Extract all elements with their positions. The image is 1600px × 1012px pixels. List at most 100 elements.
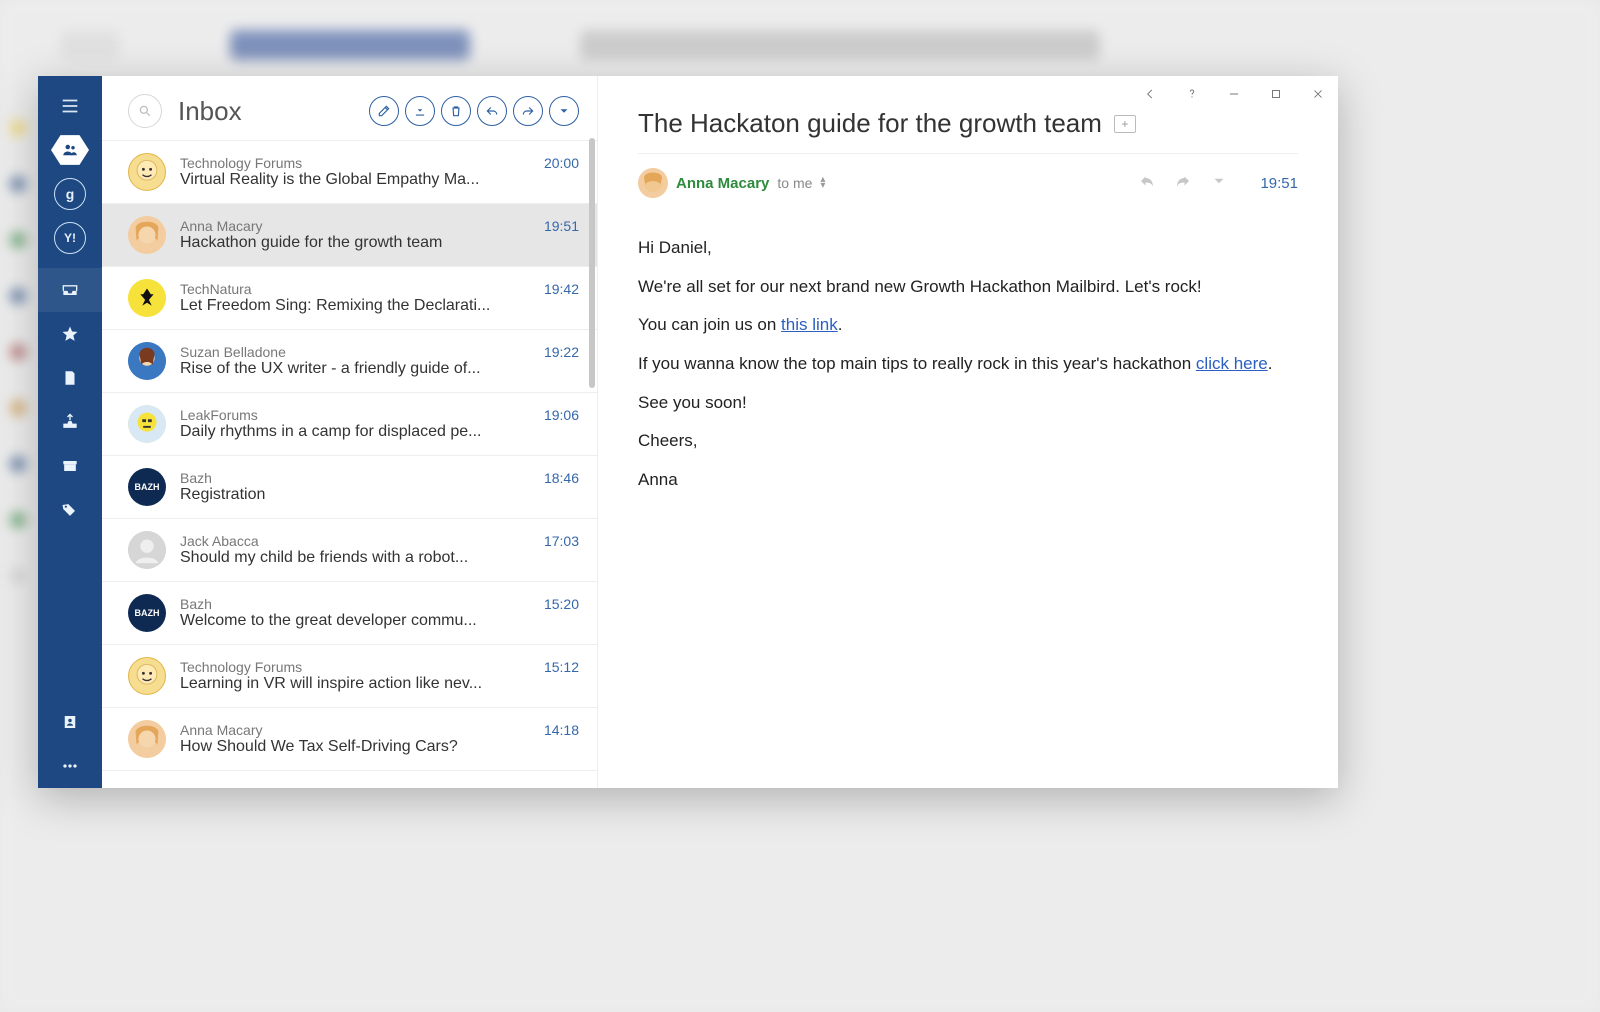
address-book[interactable] — [38, 700, 102, 744]
mail-sender: Jack Abacca — [180, 533, 530, 549]
mail-sender: Bazh — [180, 596, 530, 612]
mail-item[interactable]: LeakForumsDaily rhythms in a camp for di… — [102, 393, 597, 456]
close-button[interactable] — [1308, 84, 1328, 104]
star-icon — [60, 324, 80, 344]
folder-inbox[interactable] — [38, 268, 102, 312]
more-actions-button[interactable] — [549, 96, 579, 126]
chevron-down-icon — [1210, 172, 1228, 190]
outbox-icon — [60, 412, 80, 432]
minimize-icon — [1227, 87, 1241, 101]
body-line: If you wanna know the top main tips to r… — [638, 352, 1298, 377]
mail-subject: Welcome to the great developer commu... — [180, 612, 530, 630]
mail-sender: TechNatura — [180, 281, 530, 297]
reply-button[interactable] — [477, 96, 507, 126]
add-tag-button[interactable]: + — [1114, 115, 1136, 133]
folder-notes[interactable] — [38, 356, 102, 400]
tips-link[interactable]: click here — [1196, 354, 1268, 373]
mail-item[interactable]: Suzan BelladoneRise of the UX writer - a… — [102, 330, 597, 393]
window-controls — [1140, 84, 1328, 104]
minimize-button[interactable] — [1224, 84, 1244, 104]
search-button[interactable] — [128, 94, 162, 128]
msg-reply-button[interactable] — [1138, 172, 1156, 195]
forward-button[interactable] — [513, 96, 543, 126]
avatar — [128, 657, 166, 695]
google-icon: g — [54, 178, 86, 210]
forward-icon — [521, 104, 535, 118]
avatar: BAZH — [128, 468, 166, 506]
download-icon — [413, 104, 427, 118]
hamburger-menu[interactable] — [38, 84, 102, 128]
search-icon — [138, 104, 152, 118]
compose-button[interactable] — [369, 96, 399, 126]
content-pane: The Hackaton guide for the growth team +… — [598, 76, 1338, 788]
account-contacts[interactable] — [38, 128, 102, 172]
app-window: g Y! — [38, 76, 1338, 788]
dots-icon — [60, 756, 80, 776]
inbox-icon — [60, 280, 80, 300]
mail-item[interactable]: Technology ForumsVirtual Reality is the … — [102, 140, 597, 204]
mail-item[interactable]: Technology ForumsLearning in VR will ins… — [102, 645, 597, 708]
folder-starred[interactable] — [38, 312, 102, 356]
body-line: We're all set for our next brand new Gro… — [638, 275, 1298, 300]
body-line: See you soon! — [638, 391, 1298, 416]
account-google[interactable]: g — [38, 172, 102, 216]
mail-subject: Virtual Reality is the Global Empathy Ma… — [180, 171, 530, 189]
folder-archive[interactable] — [38, 444, 102, 488]
close-icon — [1311, 87, 1325, 101]
compose-icon — [377, 104, 391, 118]
mail-subject: Learning in VR will inspire action like … — [180, 675, 530, 693]
mail-list-pane: Inbox Technology ForumsVirtual Reality i… — [102, 76, 598, 788]
mail-sender: Bazh — [180, 470, 530, 486]
join-link[interactable]: this link — [781, 315, 838, 334]
chevron-left-icon — [1143, 87, 1157, 101]
avatar — [128, 405, 166, 443]
addressbook-icon — [61, 713, 79, 731]
help-button[interactable] — [1182, 84, 1202, 104]
msg-more-button[interactable] — [1210, 172, 1228, 195]
message-body: Hi Daniel, We're all set for our next br… — [598, 212, 1338, 516]
mail-item[interactable]: BAZHBazhWelcome to the great developer c… — [102, 582, 597, 645]
body-line: Cheers, — [638, 429, 1298, 454]
body-line: Hi Daniel, — [638, 236, 1298, 261]
mail-subject: Registration — [180, 486, 530, 504]
folder-sent[interactable] — [38, 400, 102, 444]
back-button[interactable] — [1140, 84, 1160, 104]
chevron-down-icon — [557, 104, 571, 118]
mail-time: 20:00 — [544, 155, 579, 171]
sender-avatar — [638, 168, 668, 198]
avatar — [128, 531, 166, 569]
forward-icon — [1174, 172, 1192, 190]
expand-recipients[interactable]: ▴▾ — [820, 177, 825, 189]
mail-subject: Daily rhythms in a camp for displaced pe… — [180, 423, 530, 441]
reply-icon — [485, 104, 499, 118]
account-yahoo[interactable]: Y! — [38, 216, 102, 260]
scrollbar[interactable] — [589, 138, 595, 388]
mail-time: 15:20 — [544, 596, 579, 612]
mail-list[interactable]: Technology ForumsVirtual Reality is the … — [102, 140, 597, 788]
mail-item[interactable]: Anna MacaryHow Should We Tax Self-Drivin… — [102, 708, 597, 771]
mail-subject: How Should We Tax Self-Driving Cars? — [180, 738, 530, 756]
mail-item[interactable]: Anna MacaryHackathon guide for the growt… — [102, 204, 597, 267]
folder-tags[interactable] — [38, 488, 102, 532]
mail-time: 17:03 — [544, 533, 579, 549]
download-button[interactable] — [405, 96, 435, 126]
sidebar: g Y! — [38, 76, 102, 788]
more-menu[interactable] — [38, 744, 102, 788]
reply-icon — [1138, 172, 1156, 190]
note-icon — [61, 369, 79, 387]
avatar — [128, 279, 166, 317]
mail-item[interactable]: Jack AbaccaShould my child be friends wi… — [102, 519, 597, 582]
maximize-icon — [1269, 87, 1283, 101]
delete-button[interactable] — [441, 96, 471, 126]
mail-item[interactable]: BAZH BazhRegistration 18:46 — [102, 456, 597, 519]
list-header: Inbox — [102, 76, 597, 140]
maximize-button[interactable] — [1266, 84, 1286, 104]
mail-item[interactable]: TechNaturaLet Freedom Sing: Remixing the… — [102, 267, 597, 330]
help-icon — [1185, 87, 1199, 101]
msg-forward-button[interactable] — [1174, 172, 1192, 195]
message-time: 19:51 — [1260, 175, 1298, 192]
mail-time: 15:12 — [544, 659, 579, 675]
mail-time: 18:46 — [544, 470, 579, 486]
avatar — [128, 216, 166, 254]
message-actions: 19:51 — [1138, 172, 1298, 195]
